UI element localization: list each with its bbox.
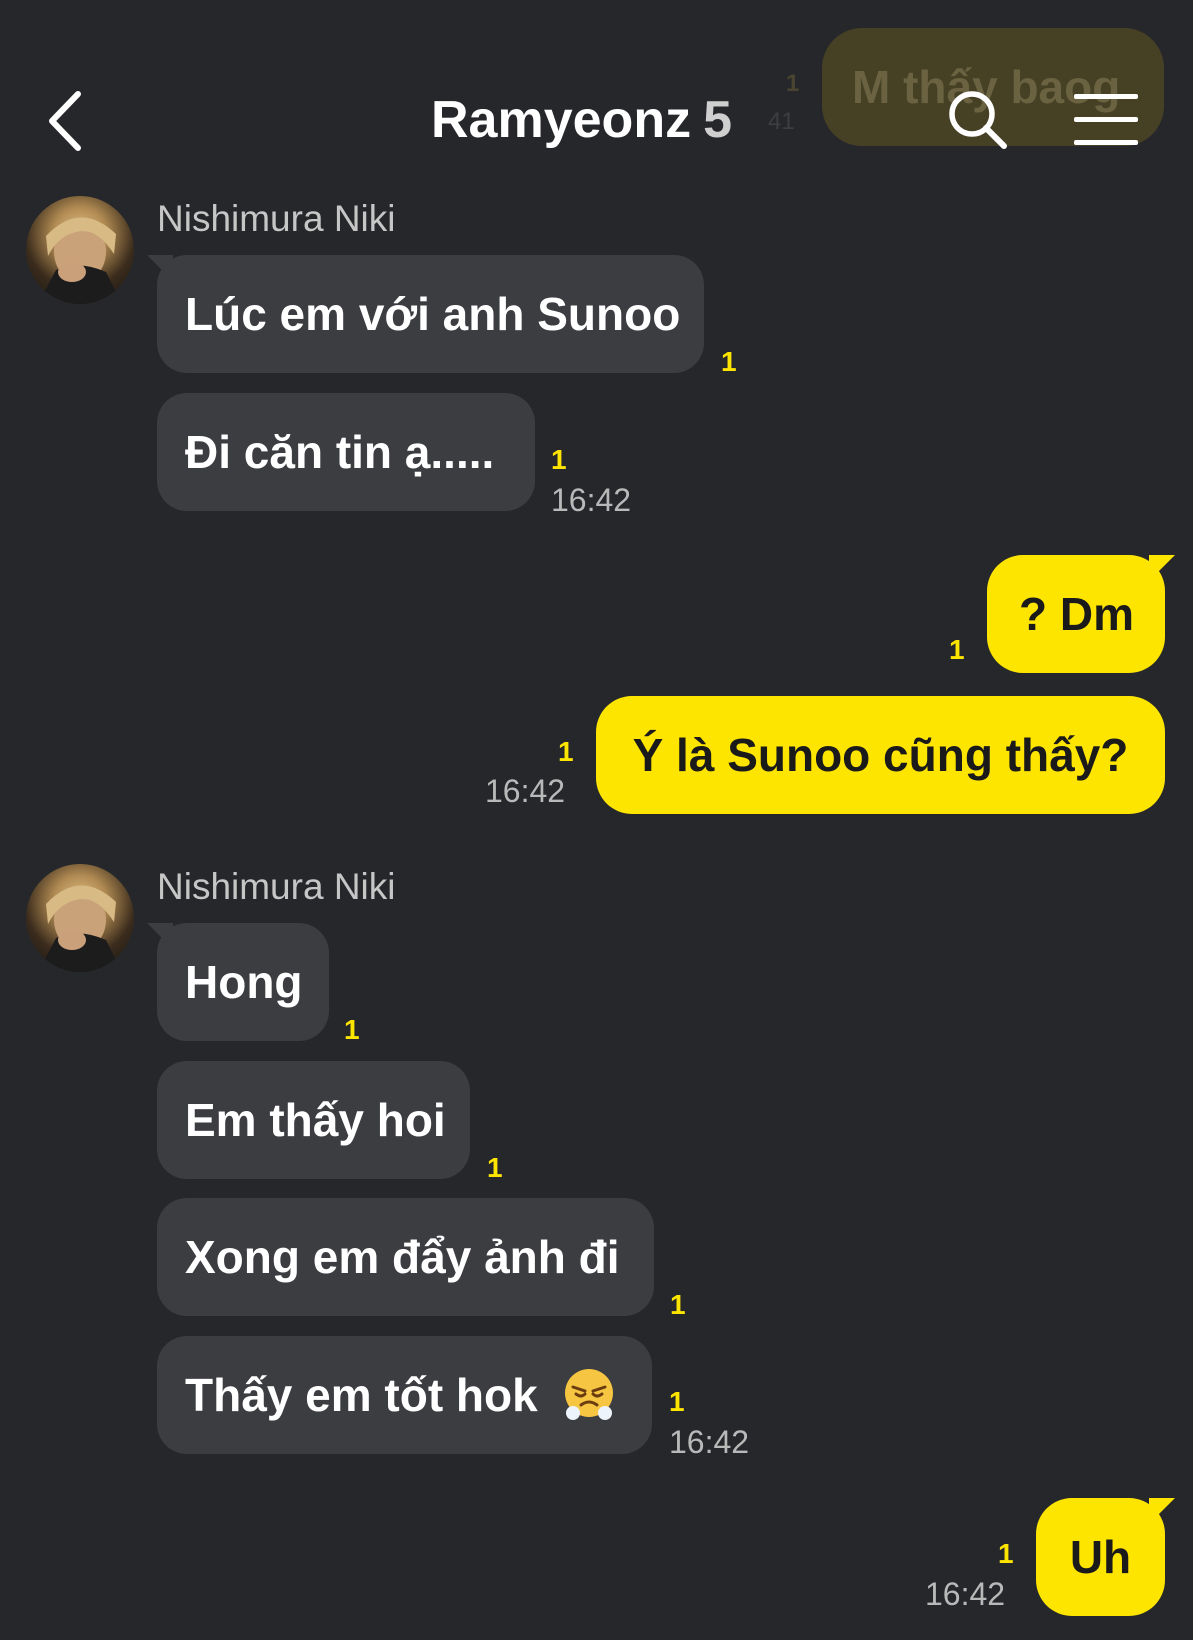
sender-name: Nishimura Niki bbox=[157, 198, 396, 239]
member-count: 5 bbox=[703, 91, 732, 149]
message-text: Xong em đẩy ảnh đi bbox=[185, 1231, 620, 1283]
my-message-bubble[interactable]: Ý là Sunoo cũng thấy? bbox=[596, 696, 1165, 814]
message-text: Uh bbox=[1069, 1531, 1132, 1583]
search-icon bbox=[949, 91, 1007, 149]
message-bubble[interactable]: Thấy em tốt hok bbox=[157, 1336, 652, 1454]
chevron-left-icon bbox=[49, 91, 81, 151]
message-time: 16:42 bbox=[669, 1424, 750, 1460]
read-count: 1 bbox=[721, 346, 737, 377]
hamburger-menu-icon bbox=[1074, 94, 1138, 145]
huffing-face-emoji-icon bbox=[564, 1368, 613, 1420]
message-time: 16:42 bbox=[551, 482, 632, 518]
my-message-bubble[interactable]: Uh bbox=[1036, 1498, 1175, 1616]
message-bubble[interactable]: Lúc em với anh Sunoo bbox=[147, 255, 704, 373]
read-count: 1 bbox=[344, 1014, 360, 1045]
previous-message-read-count: 1 bbox=[786, 70, 800, 97]
my-message-bubble[interactable]: ? Dm bbox=[987, 555, 1175, 673]
message-text: Lúc em với anh Sunoo bbox=[185, 288, 681, 340]
previous-message-time: 41 bbox=[768, 108, 795, 135]
search-button[interactable] bbox=[946, 88, 1010, 152]
message-text: Em thấy hoi bbox=[185, 1094, 446, 1146]
avatar[interactable] bbox=[26, 196, 134, 304]
read-count: 1 bbox=[949, 634, 965, 665]
chat-title: Ramyeonz 5 bbox=[431, 90, 732, 150]
message-time: 16:42 bbox=[485, 773, 566, 809]
message-bubble[interactable]: Em thấy hoi bbox=[157, 1061, 470, 1179]
message-text: Ý là Sunoo cũng thấy? bbox=[632, 729, 1129, 781]
read-count: 1 bbox=[558, 736, 574, 767]
back-button[interactable] bbox=[42, 88, 92, 158]
read-count: 1 bbox=[998, 1538, 1014, 1569]
message-text: Hong bbox=[185, 956, 303, 1008]
chat-room-name: Ramyeonz bbox=[431, 91, 692, 149]
message-bubble[interactable]: Xong em đẩy ảnh đi bbox=[157, 1198, 654, 1316]
read-count: 1 bbox=[670, 1289, 686, 1320]
menu-button[interactable] bbox=[1074, 94, 1138, 146]
message-text: ? Dm bbox=[1019, 588, 1134, 640]
avatar[interactable] bbox=[26, 864, 134, 972]
message-time: 16:42 bbox=[925, 1576, 1006, 1612]
message-text: Thấy em tốt hok bbox=[185, 1369, 538, 1421]
read-count: 1 bbox=[551, 444, 567, 475]
message-bubble[interactable]: Đi căn tin ạ..... bbox=[157, 393, 535, 511]
message-text: Đi căn tin ạ..... bbox=[185, 426, 495, 478]
message-bubble[interactable]: Hong bbox=[147, 923, 329, 1041]
sender-name: Nishimura Niki bbox=[157, 866, 396, 907]
read-count: 1 bbox=[487, 1152, 503, 1183]
read-count: 1 bbox=[669, 1386, 685, 1417]
